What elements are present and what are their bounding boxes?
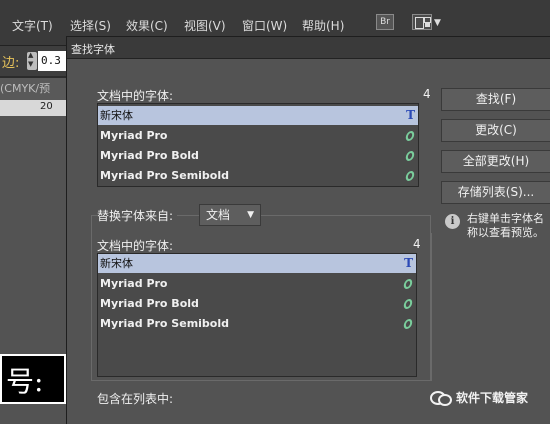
- replace-from-value: 文档: [206, 208, 231, 222]
- chevron-down-icon[interactable]: ▼: [434, 18, 441, 28]
- font-name: Myriad Pro Bold: [100, 297, 199, 310]
- font-row[interactable]: 新宋体 T: [98, 106, 418, 125]
- font-name: Myriad Pro Bold: [100, 149, 199, 162]
- doc-fonts-label: 文档中的字体:: [97, 89, 174, 103]
- info-text: 右键单击字体名称以查看预览。: [467, 212, 544, 239]
- opentype-icon: [404, 131, 416, 141]
- font-row[interactable]: Myriad Pro Semibold: [98, 314, 416, 333]
- find-font-dialog: 查找字体 文档中的字体: 4 新宋体 T Myriad Pro Myriad P…: [66, 36, 550, 424]
- menu-effect[interactable]: 效果(C): [126, 17, 168, 34]
- doc-fonts-list[interactable]: 新宋体 T Myriad Pro Myriad Pro Bold Myriad …: [97, 103, 419, 187]
- font-name: Myriad Pro: [100, 129, 168, 142]
- doc-fonts-count: 4: [423, 87, 431, 101]
- font-row[interactable]: Myriad Pro Bold: [98, 146, 418, 165]
- replace-from-select[interactable]: 文档 ▼: [199, 204, 261, 226]
- replace-fonts-label: 文档中的字体:: [97, 239, 174, 253]
- menu-type[interactable]: 文字(T): [12, 17, 53, 34]
- canvas-text-frame: 号:: [0, 354, 66, 404]
- stroke-label: 边:: [2, 56, 20, 71]
- replace-fonts-count: 4: [413, 237, 421, 251]
- chevron-down-icon: ▼: [247, 210, 254, 220]
- font-row[interactable]: 新宋体 T: [98, 254, 416, 273]
- bridge-icon[interactable]: Br: [376, 14, 394, 30]
- wechat-icon: [430, 390, 452, 406]
- save-list-button[interactable]: 存储列表(S)...: [441, 181, 550, 204]
- font-name: Myriad Pro Semibold: [100, 317, 230, 330]
- stroke-weight-input[interactable]: 0.3: [38, 51, 66, 71]
- menu-help[interactable]: 帮助(H): [302, 17, 344, 34]
- stroke-spinner[interactable]: [27, 51, 37, 70]
- info-icon: i: [445, 214, 460, 229]
- opentype-icon: [404, 151, 416, 161]
- font-row[interactable]: Myriad Pro: [98, 126, 418, 145]
- include-in-list-label: 包含在列表中:: [97, 392, 174, 406]
- menu-view[interactable]: 视图(V): [184, 17, 226, 34]
- menu-select[interactable]: 选择(S): [70, 17, 111, 34]
- replace-fonts-list[interactable]: 新宋体 T Myriad Pro Myriad Pro Bold Myriad …: [97, 253, 417, 377]
- document-tab[interactable]: (CMYK/预: [0, 78, 66, 100]
- opentype-icon: [402, 299, 414, 309]
- watermark-text: 软件下载管家: [456, 391, 529, 405]
- ruler-tick: 20: [40, 101, 53, 112]
- font-row[interactable]: Myriad Pro: [98, 274, 416, 293]
- menu-window[interactable]: 窗口(W): [242, 17, 287, 34]
- font-name: Myriad Pro: [100, 277, 168, 290]
- vertical-divider: [431, 233, 432, 381]
- canvas-text: 号:: [6, 365, 44, 398]
- opentype-icon: [404, 171, 416, 181]
- font-name: 新宋体: [100, 257, 133, 270]
- font-row[interactable]: Myriad Pro Bold: [98, 294, 416, 313]
- font-name: 新宋体: [100, 109, 133, 122]
- change-all-button[interactable]: 全部更改(H): [441, 150, 550, 173]
- dialog-title: 查找字体: [71, 43, 115, 56]
- font-row[interactable]: Myriad Pro Semibold: [98, 166, 418, 185]
- truetype-icon: T: [404, 256, 413, 270]
- dialog-titlebar[interactable]: 查找字体: [67, 37, 550, 59]
- change-button[interactable]: 更改(C): [441, 119, 550, 142]
- replace-from-label: 替换字体来自:: [97, 207, 178, 224]
- horizontal-ruler: 20: [0, 100, 66, 116]
- document-tab-label: (CMYK/预: [0, 82, 51, 95]
- font-name: Myriad Pro Semibold: [100, 169, 230, 182]
- truetype-icon: T: [406, 108, 415, 122]
- arrange-documents-icon[interactable]: [412, 14, 432, 30]
- opentype-icon: [402, 279, 414, 289]
- find-button[interactable]: 查找(F): [441, 88, 550, 111]
- opentype-icon: [402, 319, 414, 329]
